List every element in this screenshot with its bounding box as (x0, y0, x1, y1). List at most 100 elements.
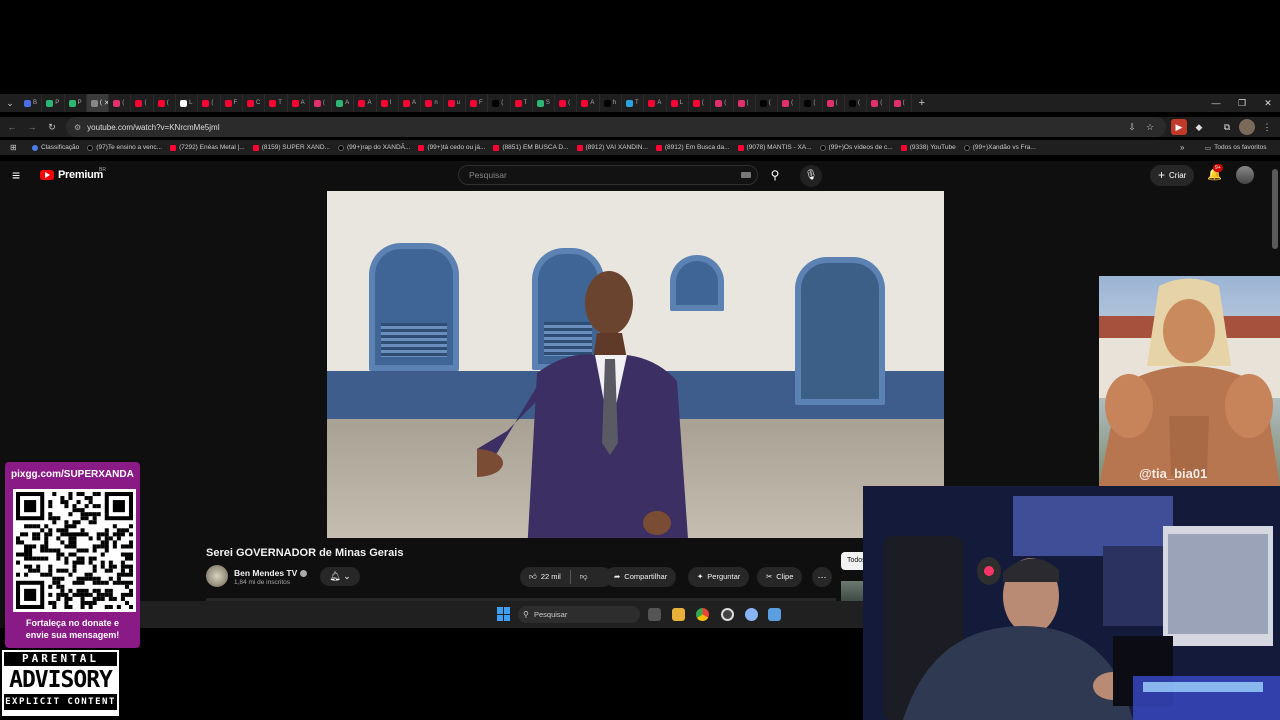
new-tab-button[interactable]: + (912, 97, 932, 109)
more-bookmarks-chevron-icon[interactable]: » (1180, 143, 1184, 152)
forward-button[interactable]: → (22, 122, 42, 132)
browser-tab[interactable]: A (332, 94, 355, 112)
clip-button[interactable]: ✂ Clipe (757, 567, 803, 587)
more-actions-button[interactable]: ⋯ (812, 567, 832, 587)
install-app-icon[interactable]: ⇩ (1124, 119, 1140, 135)
browser-tab[interactable]: F (221, 94, 243, 112)
browser-tab[interactable]: P (42, 94, 65, 112)
browser-tab[interactable]: n (421, 94, 444, 112)
bookmark-item[interactable]: (9078) MANTIS - XA... (737, 144, 812, 151)
taskbar-search-input[interactable]: ⚲ Pesquisar (518, 606, 640, 623)
bookmark-item[interactable]: (97)Te ensino a venc... (87, 144, 162, 151)
browser-tab[interactable]: P (65, 94, 87, 112)
browser-tab[interactable]: A (577, 94, 600, 112)
browser-tab[interactable]: ( (488, 94, 511, 112)
browser-tab[interactable]: ( (198, 94, 221, 112)
browser-tab[interactable]: I (377, 94, 400, 112)
all-bookmarks-folder[interactable]: ▭ Todos os favoritos (1205, 144, 1267, 152)
browser-tab[interactable]: ( (756, 94, 779, 112)
browser-tab[interactable]: ( (867, 94, 890, 112)
channel-name-row[interactable]: Ben Mendes TV (234, 568, 308, 578)
browser-tab[interactable]: T (511, 94, 533, 112)
browser-tab[interactable]: ( (555, 94, 578, 112)
ask-button[interactable]: ✦ Perguntar (688, 567, 750, 587)
extension-icon[interactable]: ◆ (1191, 119, 1207, 135)
notifications-bell-icon[interactable]: 🔔 9+ (1207, 164, 1223, 181)
windows-start-icon[interactable] (497, 607, 511, 621)
bookmark-item[interactable]: (7292) Enéas Metal |... (170, 144, 245, 151)
browser-tab[interactable]: A (644, 94, 667, 112)
browser-tab[interactable]: h (600, 94, 623, 112)
thumbs-down-icon[interactable]: 👎︎ (580, 567, 588, 587)
search-input[interactable]: Pesquisar (458, 165, 758, 185)
browser-tab[interactable]: T (622, 94, 645, 112)
browser-tab[interactable]: u (444, 94, 466, 112)
maximize-button[interactable]: ❐ (1229, 94, 1255, 112)
tab-search-button[interactable]: ⌄ (0, 94, 20, 112)
share-button[interactable]: ➦ Compartilhar (605, 567, 677, 587)
video-player[interactable] (327, 191, 944, 538)
reload-button[interactable]: ↻ (42, 122, 62, 133)
browser-tab[interactable]: ( (154, 94, 177, 112)
bookmark-item[interactable]: (99+)rap do XANDÃ... (337, 144, 410, 151)
settings-gear-icon[interactable] (745, 608, 758, 621)
browser-tab[interactable]: ( (689, 94, 712, 112)
site-info-icon[interactable]: ⚙ (74, 123, 81, 132)
file-explorer-icon[interactable] (672, 608, 685, 621)
bookmark-item[interactable]: (8159) SUPER XAND... (252, 144, 330, 151)
bookmark-item[interactable]: (8912) VAI XANDIN... (576, 144, 648, 151)
bookmark-item[interactable]: Classificação (32, 144, 79, 151)
browser-tab[interactable]: ( (310, 94, 333, 112)
browser-tab[interactable]: T (265, 94, 288, 112)
extension-icon[interactable]: ▶ (1171, 119, 1187, 135)
bookmark-item[interactable]: (99+)Os vídeos de c... (819, 144, 893, 151)
browser-tab[interactable]: A (354, 94, 377, 112)
search-icon[interactable]: ⚲ (762, 165, 788, 185)
create-button[interactable]: + Criar (1150, 165, 1195, 186)
browser-tab[interactable]: L (667, 94, 689, 112)
chrome-icon[interactable] (696, 608, 709, 621)
browser-tab[interactable]: S (533, 94, 556, 112)
bookmark-item[interactable]: (8912) Em Busca da... (655, 144, 730, 151)
bookmark-item[interactable]: (9338) YouTube (900, 144, 956, 151)
browser-tab[interactable]: C (243, 94, 266, 112)
apps-grid-icon[interactable]: ⊞ (10, 143, 24, 152)
address-bar[interactable]: ⚙ youtube.com/watch?v=KNrcmMe5jmI ⇩ ☆ (66, 117, 1166, 137)
bookmark-item[interactable]: (8851) EM BUSCA D... (493, 144, 569, 151)
browser-tab[interactable]: ( (109, 94, 132, 112)
browser-tab[interactable]: ( (734, 94, 756, 112)
extensions-puzzle-icon[interactable]: ⧉ (1219, 119, 1235, 135)
browser-tab[interactable]: L (176, 94, 199, 112)
minimize-button[interactable]: — (1203, 94, 1229, 112)
browser-tab[interactable]: A (399, 94, 422, 112)
channel-avatar[interactable] (206, 565, 228, 587)
steam-icon[interactable] (768, 608, 781, 621)
youtube-premium-logo[interactable]: Premium BR (40, 167, 106, 181)
page-scrollbar[interactable] (1272, 169, 1278, 249)
hamburger-menu-icon[interactable]: ≡ (12, 168, 20, 182)
profile-avatar[interactable] (1239, 119, 1255, 135)
browser-tab[interactable]: ( (131, 94, 154, 112)
bookmark-star-icon[interactable]: ☆ (1142, 119, 1158, 135)
browser-tab[interactable]: B (20, 94, 43, 112)
close-window-button[interactable]: ✕ (1255, 94, 1280, 112)
browser-tab[interactable]: ( (778, 94, 801, 112)
back-button[interactable]: ← (2, 122, 22, 132)
obs-icon[interactable] (721, 608, 734, 621)
browser-tab[interactable]: ( (845, 94, 868, 112)
browser-tab[interactable]: F (466, 94, 489, 112)
bookmark-item[interactable]: (99+)tá cedo ou já... (418, 144, 485, 151)
task-view-icon[interactable] (648, 608, 661, 621)
browser-tab[interactable]: ( (711, 94, 734, 112)
bookmark-item[interactable]: (99+)Xandão vs Fra... (963, 144, 1036, 151)
subscribed-notifications-button[interactable]: 🔔︎ ⌄ (320, 567, 360, 586)
browser-tab[interactable]: A (288, 94, 310, 112)
browser-tab[interactable]: ( (800, 94, 823, 112)
browser-tab[interactable]: ( (890, 94, 912, 112)
browser-menu-icon[interactable]: ⋮ (1259, 119, 1275, 135)
chip-all[interactable]: Todos (841, 552, 863, 570)
like-button[interactable]: 👍︎ 22 mil (529, 567, 561, 587)
recommended-thumbnail[interactable] (841, 581, 863, 601)
browser-tab[interactable]: ( (823, 94, 845, 112)
microphone-icon[interactable]: 🎙 (800, 165, 822, 187)
